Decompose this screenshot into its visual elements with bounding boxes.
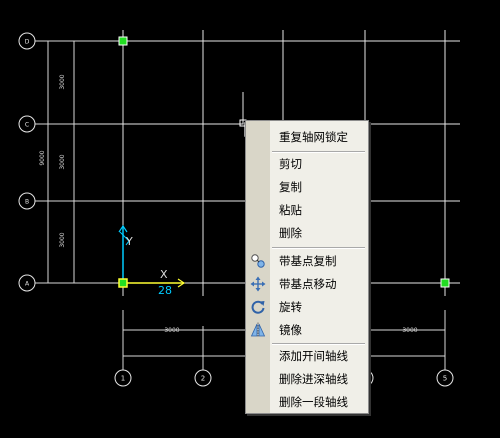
menu-item-label: 重复轴网锁定 — [279, 130, 348, 144]
menu-item-label: 添加开间轴线 — [279, 349, 348, 363]
menu-item-label: 复制 — [279, 180, 302, 194]
mirror-icon — [250, 322, 266, 338]
menu-item-delete-axis-segment[interactable]: 删除一段轴线 — [270, 392, 368, 412]
menu-item-label: 粘贴 — [279, 203, 302, 217]
grip-bottom-left — [118, 278, 128, 288]
copy-with-basepoint-icon — [251, 254, 265, 268]
axis-label-b: B — [25, 199, 29, 206]
menu-item-paste[interactable]: 粘贴 — [270, 200, 368, 220]
ucs-z-label: 28 — [158, 284, 172, 297]
menu-item-label: 删除进深轴线 — [279, 372, 348, 386]
menu-item-label: 删除 — [279, 226, 302, 240]
left-dimensions: 3000 3000 3000 9000 — [39, 40, 100, 284]
cad-workspace[interactable]: 3000 3000 3000 9000 3000 3000 D C B A 1 … — [0, 0, 500, 438]
dim-bottom-left: 3000 — [164, 327, 179, 334]
menu-item-repeat-axis-lock[interactable]: 重复轴网锁定 — [270, 127, 368, 147]
axis-label-d: D — [25, 39, 30, 46]
menu-item-label: 镜像 — [279, 323, 302, 337]
axis-label-1: 1 — [121, 375, 125, 383]
menu-item-copy-with-basepoint[interactable]: 带基点复制 — [251, 251, 368, 271]
dim-bottom-right: 3000 — [402, 327, 417, 334]
axis-label-5: 5 — [443, 375, 447, 383]
menu-separator — [272, 247, 365, 249]
menu-item-label: 旋转 — [279, 300, 302, 314]
menu-separator — [272, 151, 365, 153]
grip-top-left — [118, 36, 128, 46]
menu-item-copy[interactable]: 复制 — [270, 177, 368, 197]
axis-label-a: A — [25, 281, 30, 288]
ucs-x-label: X — [160, 268, 168, 281]
grip-bottom-right — [440, 278, 450, 288]
menu-item-delete-depth-axis[interactable]: 删除进深轴线 — [270, 369, 368, 389]
rotate-icon — [251, 300, 265, 314]
axis-label-2: 2 — [201, 375, 205, 383]
axis-label-c: C — [25, 122, 29, 129]
menu-item-rotate[interactable]: 旋转 — [251, 297, 368, 317]
dim-left-segment-1: 3000 — [59, 74, 66, 89]
ucs-icon: X Y 28 — [118, 224, 186, 297]
dim-left-total: 9000 — [39, 150, 46, 165]
ucs-y-label: Y — [125, 235, 133, 248]
menu-separator — [272, 343, 365, 345]
move-icon — [250, 276, 266, 292]
menu-item-label: 删除一段轴线 — [279, 395, 348, 409]
menu-item-delete[interactable]: 删除 — [270, 223, 368, 243]
menu-item-cut[interactable]: 剪切 — [270, 154, 368, 174]
dim-left-segment-2: 3000 — [59, 154, 66, 169]
menu-item-label: 带基点复制 — [279, 254, 337, 268]
menu-item-add-bay-axis[interactable]: 添加开间轴线 — [270, 346, 368, 366]
menu-item-move-with-basepoint[interactable]: 带基点移动 — [250, 274, 368, 294]
dim-left-segment-3: 3000 — [59, 232, 66, 247]
menu-item-label: 剪切 — [279, 157, 302, 171]
menu-item-label: 带基点移动 — [279, 277, 337, 291]
context-menu: 重复轴网锁定 剪切 复制 粘贴 删除 带基点复制 带基点移动 旋转 镜像 添加开… — [245, 120, 369, 414]
menu-item-mirror[interactable]: 镜像 — [250, 320, 368, 340]
